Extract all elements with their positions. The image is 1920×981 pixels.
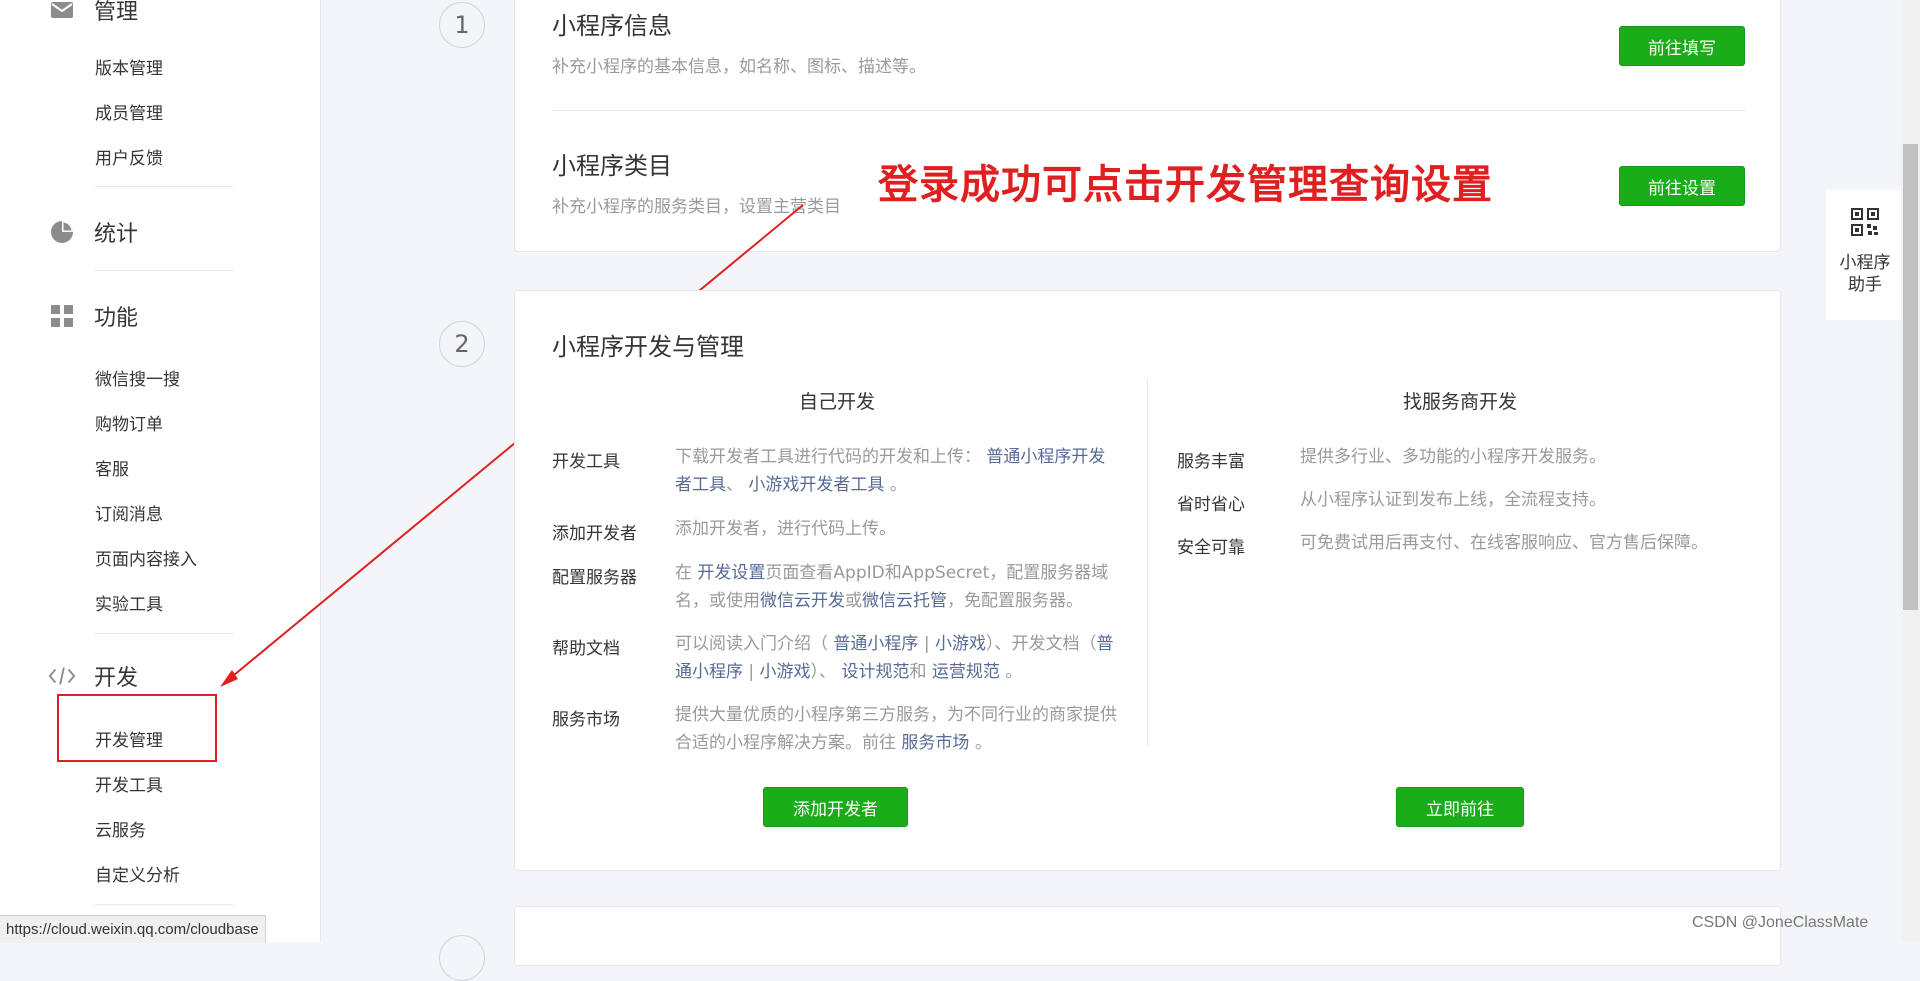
link-wx-cloud-hosting[interactable]: 微信云托管 — [862, 591, 947, 611]
row-desc-save-time: 从小程序认证到发布上线，全流程支持。 — [1300, 490, 1606, 510]
step2-card: 小程序开发与管理 自己开发 开发工具 下载开发者工具进行代码的开发和上传： 普通… — [514, 290, 1781, 871]
row-desc-secure: 可免费试用后再支付、在线客服响应、官方售后保障。 — [1300, 533, 1708, 553]
row-desc-dev-tools: 下载开发者工具进行代码的开发和上传： 普通小程序开发者工具、 小游戏开发者工具 … — [675, 447, 1106, 495]
scrollbar-thumb[interactable] — [1903, 144, 1918, 610]
watermark: CSDN @JoneClassMate — [1692, 914, 1869, 931]
step3-card — [514, 906, 1781, 966]
row-label-server: 配置服务器 — [552, 568, 637, 588]
link-wx-cloud-dev[interactable]: 微信云开发 — [760, 591, 845, 611]
link-service-market[interactable]: 服务市场 — [901, 733, 969, 753]
provider-dev-heading: 找服务商开发 — [1402, 391, 1517, 413]
dev-manage-title: 小程序开发与管理 — [552, 333, 744, 361]
row-label-rich-service: 服务丰富 — [1177, 452, 1245, 472]
row-label-help-docs: 帮助文档 — [552, 639, 620, 659]
row-label-add-dev: 添加开发者 — [552, 524, 637, 544]
row-label-secure: 安全可靠 — [1177, 538, 1245, 558]
link-design-spec[interactable]: 设计规范 — [841, 662, 909, 682]
helper-label: 小程序助手 — [1839, 253, 1891, 295]
row-desc-market: 提供大量优质的小程序第三方服务，为不同行业的商家提供合适的小程序解决方案。前往 … — [675, 705, 1117, 753]
row-desc-add-dev: 添加开发者，进行代码上传。 — [675, 519, 896, 539]
row-desc-help-docs: 可以阅读入门介绍（ 普通小程序 | 小游戏）、开发文档（普通小程序 | 小游戏）… — [675, 634, 1114, 682]
link-intro-mini-game[interactable]: 小游戏 — [935, 634, 986, 654]
link-intro-mini-program[interactable]: 普通小程序 — [833, 634, 918, 654]
link-operation-spec[interactable]: 运营规范 — [932, 662, 1000, 682]
mini-program-helper[interactable]: 小程序助手 — [1826, 190, 1904, 320]
link-dev-settings[interactable]: 开发设置 — [697, 563, 765, 583]
row-label-dev-tools: 开发工具 — [552, 452, 620, 472]
link-docs-mini-game[interactable]: 小游戏 — [760, 662, 811, 682]
row-desc-rich-service: 提供多行业、多功能的小程序开发服务。 — [1300, 447, 1606, 467]
step-number-2: 2 — [439, 321, 485, 367]
row-label-save-time: 省时省心 — [1177, 495, 1245, 515]
go-now-button[interactable]: 立即前往 — [1396, 787, 1524, 827]
add-developer-button[interactable]: 添加开发者 — [763, 787, 908, 827]
qr-code-icon — [1851, 208, 1879, 240]
self-dev-heading: 自己开发 — [798, 391, 875, 413]
row-desc-server: 在 开发设置页面查看AppID和AppSecret，配置服务器域名，或使用微信云… — [675, 563, 1109, 611]
column-separator — [1147, 379, 1148, 746]
row-label-market: 服务市场 — [552, 710, 620, 730]
link-mini-game-devtools[interactable]: 小游戏开发者工具 — [748, 475, 884, 495]
